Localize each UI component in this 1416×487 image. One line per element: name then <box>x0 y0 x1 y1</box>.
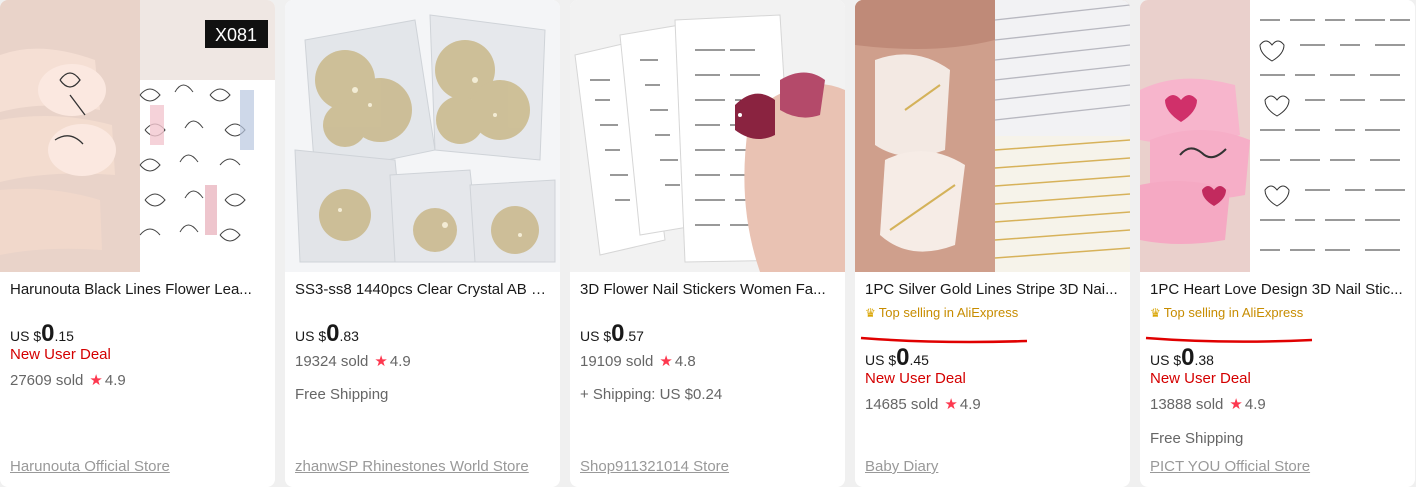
product-image[interactable] <box>285 0 560 272</box>
shipping-info: + Shipping: US $0.24 <box>580 386 723 403</box>
sold-rating-row: 19324 sold ★ 4.9 <box>295 352 411 370</box>
sold-rating-row: 19109 sold ★ 4.8 <box>580 352 696 370</box>
product-price: US $0.15 <box>10 320 74 348</box>
product-code-label: X081 <box>215 25 257 45</box>
product-image[interactable]: X081 <box>0 0 275 272</box>
price-decimal: .83 <box>339 328 359 344</box>
product-image[interactable] <box>1140 0 1415 272</box>
product-title[interactable]: SS3-ss8 1440pcs Clear Crystal AB g... <box>295 281 550 298</box>
product-price: US $0.57 <box>580 320 644 348</box>
product-price: US $0.83 <box>295 320 359 348</box>
sold-rating-row: 13888 sold ★ 4.9 <box>1150 395 1266 413</box>
store-link[interactable]: Harunouta Official Store <box>10 458 170 475</box>
new-user-deal-label: New User Deal <box>10 346 111 363</box>
top-selling-label: Top selling in AliExpress <box>1163 305 1304 320</box>
sold-count: 14685 sold <box>865 396 939 413</box>
rating-value: 4.8 <box>674 353 696 370</box>
sold-count: 19324 sold <box>295 353 369 370</box>
price-integer: 0 <box>41 320 55 347</box>
product-card[interactable]: 1PC Heart Love Design 3D Nail Stic... ♛ T… <box>1140 0 1415 487</box>
sold-rating-row: 27609 sold ★ 4.9 <box>10 371 126 389</box>
store-link[interactable]: PICT YOU Official Store <box>1150 458 1310 475</box>
price-decimal: .38 <box>1194 352 1214 368</box>
product-card[interactable]: 1PC Silver Gold Lines Stripe 3D Nai... ♛… <box>855 0 1130 487</box>
shipping-info: Free Shipping <box>295 386 389 403</box>
price-integer: 0 <box>896 344 910 371</box>
store-link[interactable]: Baby Diary <box>865 458 938 475</box>
product-image[interactable] <box>855 0 1130 272</box>
crown-icon: ♛ <box>865 306 876 320</box>
top-selling-label: Top selling in AliExpress <box>878 305 1019 320</box>
star-icon: ★ <box>374 353 388 370</box>
star-icon: ★ <box>1229 396 1243 413</box>
price-integer: 0 <box>326 320 340 347</box>
product-title[interactable]: 1PC Silver Gold Lines Stripe 3D Nai... <box>865 281 1120 298</box>
product-title[interactable]: 3D Flower Nail Stickers Women Fa... <box>580 281 835 298</box>
price-currency: US $ <box>580 328 612 344</box>
product-price: US $0.38 <box>1150 344 1214 372</box>
price-currency: US $ <box>865 352 897 368</box>
new-user-deal-label: New User Deal <box>865 370 966 387</box>
price-currency: US $ <box>295 328 327 344</box>
rating-value: 4.9 <box>1244 396 1266 413</box>
product-image[interactable] <box>570 0 845 272</box>
sold-rating-row: 14685 sold ★ 4.9 <box>865 395 981 413</box>
rating-value: 4.9 <box>389 353 411 370</box>
new-user-deal-label: New User Deal <box>1150 370 1251 387</box>
top-selling-badge: ♛ Top selling in AliExpress <box>865 305 1018 320</box>
sold-count: 13888 sold <box>1150 396 1224 413</box>
sold-count: 27609 sold <box>10 372 84 389</box>
star-icon: ★ <box>659 353 673 370</box>
product-card[interactable]: X081 Harunouta Black Lines Flower Lea...… <box>0 0 275 487</box>
product-grid: X081 Harunouta Black Lines Flower Lea...… <box>0 0 1416 487</box>
rating-value: 4.9 <box>959 396 981 413</box>
store-link[interactable]: Shop911321014 Store <box>580 458 729 475</box>
product-card[interactable]: 3D Flower Nail Stickers Women Fa... US $… <box>570 0 845 487</box>
product-title[interactable]: Harunouta Black Lines Flower Lea... <box>10 281 265 298</box>
sold-count: 19109 sold <box>580 353 654 370</box>
rating-value: 4.9 <box>104 372 126 389</box>
price-integer: 0 <box>611 320 625 347</box>
product-price: US $0.45 <box>865 344 929 372</box>
price-decimal: .57 <box>624 328 644 344</box>
store-link[interactable]: zhanwSP Rhinestones World Store <box>295 458 529 475</box>
star-icon: ★ <box>944 396 958 413</box>
shipping-info: Free Shipping <box>1150 430 1244 447</box>
price-currency: US $ <box>10 328 42 344</box>
crown-icon: ♛ <box>1150 306 1161 320</box>
star-icon: ★ <box>89 372 103 389</box>
price-currency: US $ <box>1150 352 1182 368</box>
product-title[interactable]: 1PC Heart Love Design 3D Nail Stic... <box>1150 281 1405 298</box>
price-integer: 0 <box>1181 344 1195 371</box>
price-decimal: .45 <box>909 352 929 368</box>
top-selling-badge: ♛ Top selling in AliExpress <box>1150 305 1303 320</box>
price-decimal: .15 <box>54 328 74 344</box>
product-card[interactable]: SS3-ss8 1440pcs Clear Crystal AB g... US… <box>285 0 560 487</box>
